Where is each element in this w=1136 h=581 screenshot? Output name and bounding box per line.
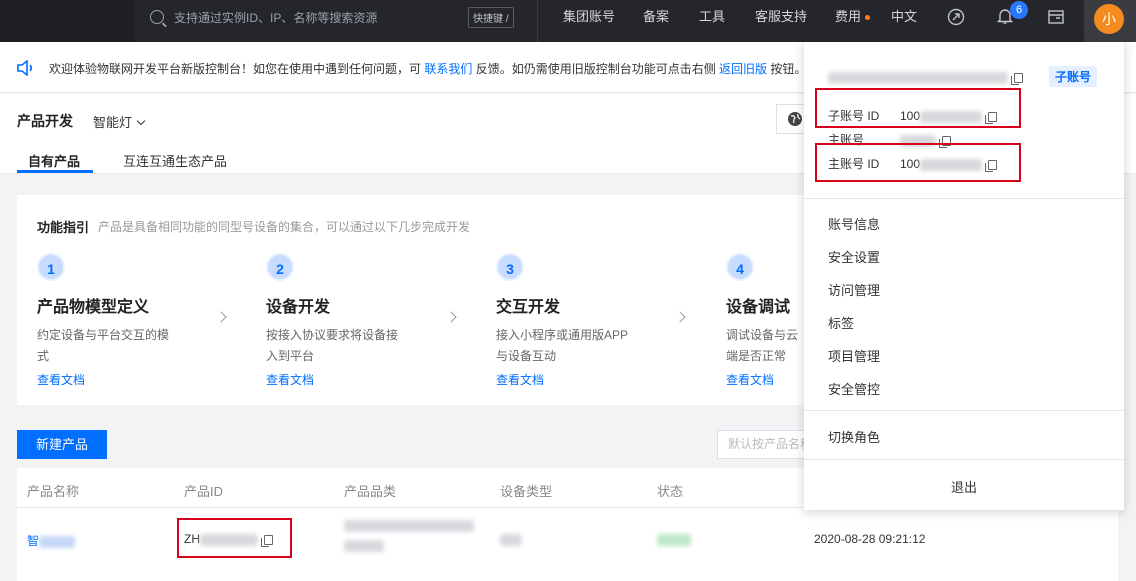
step-number: 1 — [37, 253, 65, 281]
redacted-text — [500, 533, 522, 546]
guide-step-3: 3 交互开发 接入小程序或通用版APP与设备互动 查看文档 — [496, 253, 666, 388]
project-name: 智能灯 — [93, 115, 133, 130]
step-title: 产品物模型定义 — [37, 299, 150, 316]
copy-icon[interactable] — [1011, 72, 1023, 85]
function-guide-card: 功能指引 产品是具备相同功能的同型号设备的集合，可以通过以下几步完成开发 1 产… — [17, 195, 907, 405]
nav-group-account[interactable]: 集团账号 — [563, 0, 615, 42]
menu-item-switch-role[interactable]: 切换角色 — [828, 427, 880, 446]
nav-support[interactable]: 客服支持 — [755, 0, 807, 42]
guide-step-1: 1 产品物模型定义 约定设备与平台交互的模式 查看文档 — [37, 253, 207, 388]
product-category — [344, 520, 474, 552]
new-product-button[interactable]: 新建产品 — [17, 430, 107, 459]
nav-tools[interactable]: 工具 — [699, 0, 725, 42]
product-search-input[interactable]: 默认按产品名称 — [717, 430, 817, 459]
divider — [537, 0, 538, 42]
chevron-right-icon — [215, 311, 227, 323]
contact-us-link[interactable]: 联系我们 — [424, 62, 472, 76]
step-description: 按接入协议要求将设备接入到平台 — [266, 328, 399, 363]
divider — [804, 198, 1124, 199]
redacted-text — [39, 535, 76, 548]
highlight-box-main-account-id — [815, 143, 1021, 182]
step-number: 4 — [726, 253, 754, 281]
tab-ecosystem-products[interactable]: 互连互通生态产品 — [123, 151, 227, 170]
logout-button[interactable]: 退出 — [804, 477, 1124, 496]
globe-icon — [788, 112, 802, 126]
nav-filing[interactable]: 备案 — [643, 0, 669, 42]
logo-area — [0, 0, 135, 42]
highlight-box-sub-account-id — [815, 88, 1021, 128]
billing-dot-icon — [865, 15, 871, 21]
step-description: 约定设备与平台交互的模式 — [37, 328, 170, 363]
menu-item-access-management[interactable]: 访问管理 — [828, 280, 880, 299]
menu-item-project-management[interactable]: 项目管理 — [828, 346, 880, 365]
nav-billing-label: 费用 — [835, 9, 862, 24]
view-docs-link[interactable]: 查看文档 — [496, 371, 666, 388]
device-type — [500, 532, 522, 546]
global-search[interactable]: 支持通过实例ID、IP、名称等搜索资源 — [150, 6, 522, 28]
notice-text-2: 反馈。如仍需使用旧版控制台功能可点击右侧 — [472, 62, 720, 76]
link-icon[interactable] — [947, 8, 965, 26]
notice-text-1: 欢迎体验物联网开发平台新版控制台！如您在使用中遇到任何问题，可 — [49, 62, 425, 76]
search-input[interactable]: 支持通过实例ID、IP、名称等搜索资源 — [174, 9, 377, 26]
notice-text-3: 按钮。 — [767, 62, 807, 76]
guide-step-2: 2 设备开发 按接入协议要求将设备接入到平台 查看文档 — [266, 253, 436, 388]
view-docs-link[interactable]: 查看文档 — [266, 371, 436, 388]
step-description: 调试设备与云端是否正常 — [726, 328, 799, 363]
menu-item-account-info[interactable]: 账号信息 — [828, 214, 880, 233]
project-selector[interactable]: 智能灯 — [93, 112, 146, 131]
message-box-icon[interactable] — [1047, 8, 1065, 26]
step-number: 2 — [266, 253, 294, 281]
guide-title: 功能指引 — [37, 220, 90, 235]
divider — [804, 410, 1124, 411]
speaker-icon — [17, 60, 33, 76]
back-to-old-console-link[interactable]: 返回旧版 — [719, 62, 767, 76]
divider — [804, 459, 1124, 460]
sub-account-tag: 子账号 — [1049, 66, 1098, 87]
notification-badge: 6 — [1010, 1, 1028, 19]
chevron-right-icon — [674, 311, 686, 323]
column-header-name: 产品名称 — [27, 484, 80, 499]
nav-billing[interactable]: 费用 — [835, 0, 871, 42]
redacted-text — [344, 520, 474, 532]
account-name-row — [828, 70, 1023, 85]
step-number: 3 — [496, 253, 524, 281]
created-time: 2020-08-28 09:21:12 — [814, 532, 926, 546]
redacted-text — [344, 540, 384, 552]
step-title: 设备开发 — [266, 299, 331, 316]
highlight-box-product-id — [177, 518, 292, 558]
column-header-category: 产品品类 — [344, 484, 397, 499]
menu-item-tags[interactable]: 标签 — [828, 313, 854, 332]
product-name-link[interactable]: 智 — [27, 532, 76, 549]
chevron-right-icon — [445, 311, 457, 323]
tab-own-products[interactable]: 自有产品 — [28, 151, 80, 170]
step-title: 交互开发 — [496, 299, 561, 316]
shortcut-key-hint: 快捷键 / — [468, 7, 514, 28]
redacted-text — [828, 71, 1008, 84]
top-navigation-bar: 支持通过实例ID、IP、名称等搜索资源 快捷键 / 集团账号 备案 工具 客服支… — [0, 0, 1136, 42]
product-name-text: 智 — [27, 534, 40, 548]
search-icon — [150, 10, 164, 24]
nav-language[interactable]: 中文 — [891, 0, 917, 42]
chevron-down-icon — [136, 116, 146, 126]
status-badge — [657, 532, 691, 546]
active-tab-indicator — [17, 170, 93, 173]
column-header-id: 产品ID — [184, 484, 224, 499]
notice-text: 欢迎体验物联网开发平台新版控制台！如您在使用中遇到任何问题，可 联系我们 反馈。… — [49, 60, 806, 77]
view-docs-link[interactable]: 查看文档 — [37, 371, 207, 388]
redacted-text — [657, 533, 691, 546]
page-title: 产品开发 — [17, 113, 73, 129]
column-header-device-type: 设备类型 — [500, 484, 553, 499]
avatar: 小 — [1094, 4, 1124, 34]
menu-item-security-control[interactable]: 安全管控 — [828, 379, 880, 398]
menu-item-security-settings[interactable]: 安全设置 — [828, 247, 880, 266]
step-description: 接入小程序或通用版APP与设备互动 — [496, 328, 629, 363]
guide-subtitle: 产品是具备相同功能的同型号设备的集合，可以通过以下几步完成开发 — [98, 220, 471, 234]
column-header-status: 状态 — [657, 484, 684, 499]
avatar-button[interactable]: 小 — [1084, 0, 1136, 42]
